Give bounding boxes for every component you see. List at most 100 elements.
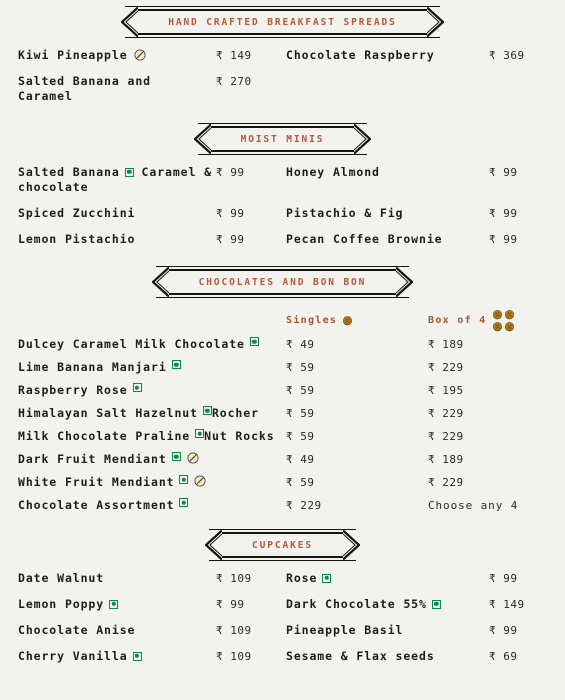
item-price: ₹ 99 bbox=[489, 233, 518, 246]
item-name-text: Honey Almond bbox=[286, 165, 380, 179]
item-price-single: ₹ 49 bbox=[286, 338, 315, 351]
item-price: ₹ 99 bbox=[489, 624, 518, 637]
menu-item[interactable]: Himalayan Salt Hazelnut Rocher ₹ 59 ₹ 229 bbox=[18, 406, 547, 421]
item-name-text: Sesame & Flax seeds bbox=[286, 649, 435, 663]
bonbon-icon bbox=[342, 315, 353, 326]
menu-item[interactable]: Salted Banana Caramel & chocolate ₹ 99 bbox=[18, 165, 286, 195]
ribbon-tip-left bbox=[204, 529, 223, 561]
item-name: Pecan Coffee Brownie bbox=[286, 232, 489, 247]
no-gluten-icon bbox=[187, 452, 199, 464]
menu-row: Cherry Vanilla ₹ 109 Sesame & Flax seeds ₹ … bbox=[18, 649, 547, 664]
item-name: Kiwi Pineapple bbox=[18, 48, 216, 63]
item-name-text: Spiced Zucchini bbox=[18, 206, 136, 220]
item-price-single: ₹ 59 bbox=[286, 384, 315, 397]
menu-row: Kiwi Pineapple ₹ 149 Chocolate Raspberry ₹ … bbox=[18, 48, 547, 63]
ribbon-tip-left bbox=[192, 123, 212, 155]
veg-mark-icon bbox=[179, 498, 189, 507]
price-table-rows: Dulcey Caramel Milk Chocolate ₹ 49 ₹ 189 Li… bbox=[18, 337, 547, 513]
menu-item[interactable]: Milk Chocolate Praline Nut Rocks ₹ 59 ₹ 22… bbox=[18, 429, 547, 444]
section-title: CHOCOLATES AND BON BON bbox=[198, 277, 367, 288]
menu-row: Lemon Poppy ₹ 99 Dark Chocolate 55% ₹ 149 bbox=[18, 597, 547, 612]
menu-item[interactable]: Raspberry Rose ₹ 59 ₹ 195 bbox=[18, 383, 547, 398]
item-name-text: Raspberry Rose bbox=[18, 383, 128, 397]
item-name: Spiced Zucchini bbox=[18, 206, 216, 221]
price-column-label: Box of 4 bbox=[428, 315, 487, 326]
item-price: ₹ 109 bbox=[216, 624, 252, 637]
menu-item[interactable]: Pineapple Basil ₹ 99 bbox=[286, 623, 547, 638]
menu-item[interactable]: Pistachio & Fig ₹ 99 bbox=[286, 206, 547, 221]
item-rows: Kiwi Pineapple ₹ 149 Chocolate Raspberry ₹ … bbox=[18, 48, 547, 104]
item-price-box: ₹ 189 bbox=[428, 338, 464, 351]
item-price: ₹ 369 bbox=[489, 49, 525, 62]
menu-item[interactable]: Rose ₹ 99 bbox=[286, 571, 547, 586]
item-price-box: ₹ 229 bbox=[428, 476, 464, 489]
menu-row: Chocolate Anise ₹ 109 Pineapple Basil ₹ 99 bbox=[18, 623, 547, 638]
veg-mark-icon bbox=[124, 167, 134, 177]
veg-mark-icon bbox=[249, 337, 259, 346]
no-gluten-icon bbox=[194, 475, 207, 487]
item-rows: Salted Banana Caramel & chocolate ₹ 99 Hon… bbox=[18, 165, 547, 247]
veg-mark-icon bbox=[202, 406, 212, 415]
item-name: Dark Fruit Mendiant bbox=[18, 452, 286, 467]
menu-item[interactable]: Sesame & Flax seeds ₹ 69 bbox=[286, 649, 547, 664]
menu-item[interactable]: Kiwi Pineapple ₹ 149 bbox=[18, 48, 286, 63]
veg-mark-icon bbox=[171, 360, 181, 369]
item-name: Raspberry Rose bbox=[18, 383, 286, 398]
item-price-box: Choose any 4 bbox=[428, 499, 519, 512]
item-name: Chocolate Raspberry bbox=[286, 48, 489, 63]
item-name-text: Lemon Pistachio bbox=[18, 232, 136, 246]
menu-item[interactable]: Cherry Vanilla ₹ 109 bbox=[18, 649, 286, 664]
item-price-single: ₹ 59 bbox=[286, 476, 315, 489]
menu-item[interactable]: Chocolate Assortment ₹ 229 Choose any 4 bbox=[18, 498, 547, 513]
section-title: HAND CRAFTED BREAKFAST SPREADS bbox=[168, 17, 397, 28]
menu-item[interactable]: Salted Banana and Caramel ₹ 270 bbox=[18, 74, 286, 104]
menu-item[interactable]: Dark Chocolate 55% ₹ 149 bbox=[286, 597, 547, 612]
bonbon-icon bbox=[492, 321, 503, 332]
menu-item[interactable]: Lemon Pistachio ₹ 99 bbox=[18, 232, 286, 247]
menu-section: MOIST MINIS Salted Banana Caramel & choco… bbox=[0, 115, 565, 247]
menu-row: Lemon Pistachio ₹ 99 Pecan Coffee Brownie ₹… bbox=[18, 232, 547, 247]
menu-item[interactable]: White Fruit Mendiant ₹ 59 ₹ 229 bbox=[18, 475, 547, 490]
menu-item[interactable]: Chocolate Raspberry ₹ 369 bbox=[286, 48, 547, 63]
menu-item[interactable]: Lemon Poppy ₹ 99 bbox=[18, 597, 286, 612]
item-name: Cherry Vanilla bbox=[18, 649, 216, 664]
section-header-2: CHOCOLATES AND BON BON bbox=[18, 266, 547, 298]
item-name: Pistachio & Fig bbox=[286, 206, 489, 221]
menu-section: HAND CRAFTED BREAKFAST SPREADS Kiwi Pinea… bbox=[0, 0, 565, 104]
veg-mark-icon bbox=[431, 599, 441, 609]
item-price-box: ₹ 229 bbox=[428, 407, 464, 420]
menu-item[interactable]: Date Walnut ₹ 109 bbox=[18, 571, 286, 586]
menu-item[interactable]: Spiced Zucchini ₹ 99 bbox=[18, 206, 286, 221]
menu-item[interactable]: Dark Fruit Mendiant ₹ 49 ₹ 189 bbox=[18, 452, 547, 467]
bonbon-icon bbox=[504, 321, 515, 332]
item-price-single: ₹ 229 bbox=[286, 499, 322, 512]
item-name-text: Chocolate Anise bbox=[18, 623, 136, 637]
menu-item[interactable]: Pecan Coffee Brownie ₹ 99 bbox=[286, 232, 547, 247]
item-name-text: Cherry Vanilla bbox=[18, 649, 128, 663]
item-name-text: Chocolate Assortment bbox=[18, 498, 175, 512]
veg-mark-icon bbox=[109, 599, 119, 609]
section-ribbon: CHOCOLATES AND BON BON bbox=[151, 266, 414, 298]
item-price: ₹ 99 bbox=[216, 207, 245, 220]
item-price-box: ₹ 229 bbox=[428, 430, 464, 443]
item-name-text: Lime Banana Manjari bbox=[18, 360, 167, 374]
item-name-text: Milk Chocolate Praline bbox=[18, 429, 191, 443]
section-header-0: HAND CRAFTED BREAKFAST SPREADS bbox=[18, 6, 547, 38]
item-rows: Date Walnut ₹ 109 Rose ₹ 99 Lemon Poppy ₹ 99 D… bbox=[18, 571, 547, 664]
menu-item[interactable]: Chocolate Anise ₹ 109 bbox=[18, 623, 286, 638]
item-price: ₹ 109 bbox=[216, 650, 252, 663]
ribbon-tip-right bbox=[353, 123, 373, 155]
item-name: Milk Chocolate Praline Nut Rocks bbox=[18, 429, 286, 444]
item-name-text-cont: Rocher bbox=[211, 406, 259, 420]
item-name: Honey Almond bbox=[286, 165, 489, 180]
section-ribbon: HAND CRAFTED BREAKFAST SPREADS bbox=[120, 6, 445, 38]
section-header-1: MOIST MINIS bbox=[18, 123, 547, 155]
menu-item[interactable]: Dulcey Caramel Milk Chocolate ₹ 49 ₹ 189 bbox=[18, 337, 547, 352]
item-name-text: Salted Banana and Caramel bbox=[18, 74, 152, 103]
item-name: Salted Banana and Caramel bbox=[18, 74, 216, 104]
menu-item[interactable]: Honey Almond ₹ 99 bbox=[286, 165, 547, 180]
item-name-text: Kiwi Pineapple bbox=[18, 48, 128, 62]
menu-item[interactable]: Lime Banana Manjari ₹ 59 ₹ 229 bbox=[18, 360, 547, 375]
item-name-text: Pistachio & Fig bbox=[286, 206, 404, 220]
item-name-text: Date Walnut bbox=[18, 571, 105, 585]
